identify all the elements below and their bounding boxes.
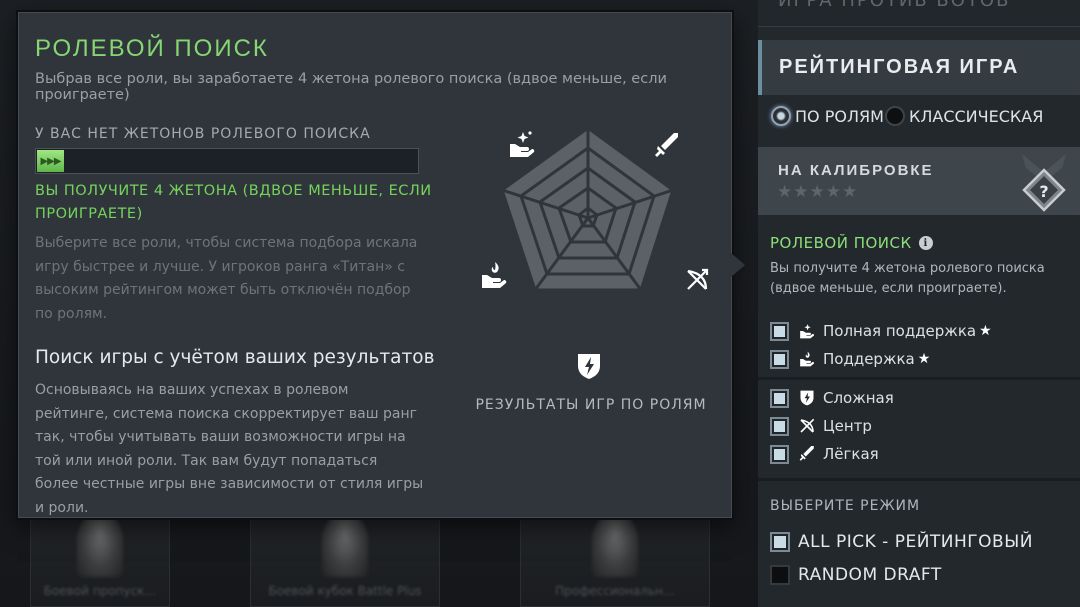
game-mode-label: ALL PICK - РЕЙТИНГОВЫЙ	[798, 532, 1033, 552]
token-progress-bar: ▶▶▶	[35, 148, 419, 174]
role-label: Лёгкая	[823, 445, 879, 463]
calibration-label: НА КАЛИБРОВКЕ	[778, 162, 934, 179]
role-checkbox-hard-support[interactable]: Полная поддержка ★	[770, 319, 992, 343]
calibration-stars: ★★★★★	[777, 182, 859, 202]
role-checkbox-offlane[interactable]: Лёгкая	[770, 442, 879, 466]
star-icon: ★	[979, 323, 992, 339]
star-icon: ★	[917, 351, 931, 367]
radio-unselected-icon[interactable]	[885, 106, 905, 126]
checkbox-checked-icon[interactable]	[770, 416, 789, 436]
uncalibrated-rank-badge-icon: ?	[1022, 154, 1066, 212]
role-checkbox-support[interactable]: Поддержка ★	[770, 347, 930, 371]
hand-sparkle-icon	[800, 324, 815, 339]
background-card-caption: Боевой кубок Battle Plus	[268, 584, 422, 598]
mode-option-role[interactable]: ПО РОЛЯМ	[771, 103, 884, 129]
role-label: Центр	[823, 417, 872, 435]
role-checkbox-carry[interactable]: Сложная	[770, 386, 894, 410]
section-title: Поиск игры с учётом ваших результатов	[35, 347, 435, 368]
checkbox-checked-icon[interactable]	[770, 532, 790, 552]
role-label: Полная поддержка	[823, 322, 977, 340]
earn-tokens-text: ВЫ ПОЛУЧИТЕ 4 ЖЕТОНА (ВДВОЕ МЕНЬШЕ, ЕСЛИ…	[35, 183, 432, 222]
section-text: Основываясь на ваших успехах в ролевом р…	[35, 382, 424, 516]
tooltip-arrow	[731, 253, 745, 277]
background-card-caption: Боевой пропуск…	[43, 584, 157, 598]
sword-icon	[799, 446, 814, 461]
radio-selected-icon[interactable]	[771, 106, 791, 126]
bot-match-label: ИГРА ПРОТИВ БОТОВ	[778, 0, 1011, 11]
hand-flame-icon	[800, 351, 815, 367]
game-mode-all-pick-ranked[interactable]: ALL PICK - РЕЙТИНГОВЫЙ	[770, 529, 1033, 555]
background-card-caption: Профессиональн…	[555, 584, 675, 598]
checkbox-checked-icon[interactable]	[770, 388, 789, 408]
role-divider	[758, 377, 1080, 380]
svg-text:?: ?	[1039, 182, 1048, 201]
role-results-radar	[482, 126, 709, 379]
game-mode-label: RANDOM DRAFT	[798, 565, 942, 585]
mode-option-classic[interactable]: КЛАССИЧЕСКАЯ	[885, 103, 1043, 129]
checkbox-checked-icon[interactable]	[770, 321, 789, 341]
select-mode-title: ВЫБЕРИТЕ РЕЖИМ	[770, 498, 921, 514]
role-search-title-label: РОЛЕВОЙ ПОИСК	[770, 234, 912, 252]
tooltip-subtitle: Выбрав все роли, вы заработаете 4 жетона…	[35, 71, 667, 103]
tooltip-title: РОЛЕВОЙ ПОИСК	[35, 35, 269, 62]
bow-icon	[687, 268, 709, 290]
sword-icon	[655, 133, 678, 157]
role-label: Сложная	[823, 389, 894, 407]
ranked-header[interactable]: РЕЙТИНГОВАЯ ИГРА	[758, 40, 1080, 95]
role-search-description: Выберите все роли, чтобы система подбора…	[35, 235, 418, 322]
role-search-tooltip: РОЛЕВОЙ ПОИСК Выбрав все роли, вы зарабо…	[18, 12, 732, 518]
ranked-header-label: РЕЙТИНГОВАЯ ИГРА	[779, 56, 1020, 78]
hand-flame-icon	[482, 262, 507, 288]
info-icon[interactable]: i	[918, 236, 933, 250]
mode-divider	[758, 478, 1080, 481]
mode-option-label: КЛАССИЧЕСКАЯ	[909, 106, 1044, 126]
checkbox-unchecked-icon[interactable]	[770, 565, 790, 585]
tokens-label: У ВАС НЕТ ЖЕТОНОВ РОЛЕВОГО ПОИСКА	[35, 126, 371, 142]
role-search-title: РОЛЕВОЙ ПОИСК i	[770, 234, 933, 252]
trophy-icon	[77, 515, 123, 577]
hand-sparkle-icon	[510, 131, 535, 157]
role-label: Поддержка	[823, 350, 915, 368]
sidebar: ИГРА ПРОТИВ БОТОВ РЕЙТИНГОВАЯ ИГРА ПО РО…	[758, 0, 1080, 607]
checkbox-checked-icon[interactable]	[770, 349, 789, 369]
checkbox-checked-icon[interactable]	[770, 444, 789, 464]
role-search-desc: Вы получите 4 жетона ролевого поиска (вд…	[770, 261, 1045, 296]
bot-match-tab[interactable]: ИГРА ПРОТИВ БОТОВ	[758, 0, 1080, 27]
shield-bolt-icon	[578, 354, 600, 379]
token-progress-fill: ▶▶▶	[37, 150, 64, 172]
mode-option-label: ПО РОЛЯМ	[795, 106, 884, 126]
game-mode-random-draft[interactable]: RANDOM DRAFT	[770, 562, 942, 588]
bow-icon	[800, 418, 815, 433]
trophy-icon	[592, 515, 638, 577]
shield-bolt-icon	[800, 390, 814, 406]
role-checkbox-mid[interactable]: Центр	[770, 414, 872, 438]
trophy-icon	[322, 515, 368, 577]
radar-caption: РЕЗУЛЬТАТЫ ИГР ПО РОЛЯМ	[475, 397, 707, 413]
